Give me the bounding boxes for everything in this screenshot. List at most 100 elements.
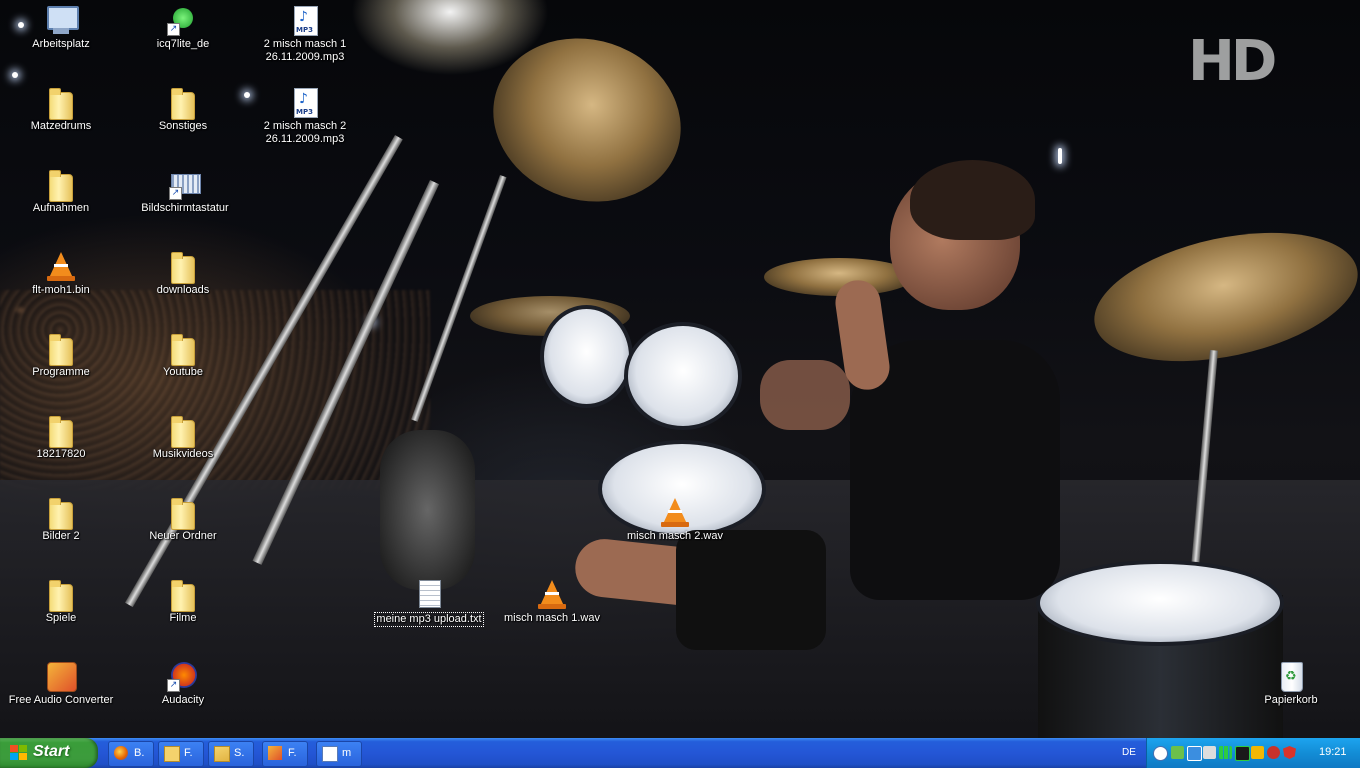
- desktop-icon-mp3-1[interactable]: ♪ MP3 2 misch masch 1 26.11.2009.mp3: [250, 4, 360, 64]
- drummer: [910, 160, 1035, 240]
- taskbar-button-free-audio-converter[interactable]: F.: [262, 741, 308, 767]
- signal-bars-icon[interactable]: [1219, 746, 1232, 759]
- icon-label: Neuer Ordner: [149, 530, 217, 542]
- taskbar: Start B. F. S. F. m DE 19:21: [0, 738, 1360, 768]
- hd-channel-logo: HD: [1188, 29, 1277, 94]
- desktop-icon-meine-mp3-upload[interactable]: meine mp3 upload.txt: [374, 578, 484, 627]
- desktop-icon-misch-masch-2-wav[interactable]: misch masch 2.wav: [620, 496, 730, 543]
- desktop-icon-audacity[interactable]: ↗ Audacity: [128, 660, 238, 707]
- folder-icon: [49, 334, 73, 366]
- folder-icon: [49, 416, 73, 448]
- icon-label: icq7lite_de: [156, 38, 210, 50]
- folder-icon: [171, 498, 195, 530]
- mp3-file-icon: ♪ MP3: [294, 88, 318, 118]
- icon-label: Papierkorb: [1264, 694, 1318, 706]
- desktop-icon-misch-masch-1-wav[interactable]: misch masch 1.wav: [497, 578, 607, 625]
- drum: [380, 430, 475, 590]
- desktop-icon-matzedrums[interactable]: Matzedrums: [6, 86, 116, 133]
- mp3-file-icon: ♪ MP3: [294, 6, 318, 36]
- tray-app-icon[interactable]: [1267, 746, 1280, 759]
- shortcut-arrow-icon: ↗: [169, 187, 182, 200]
- icon-label: Aufnahmen: [32, 202, 90, 214]
- folder-icon: [171, 88, 195, 120]
- network-icon[interactable]: [1187, 746, 1202, 761]
- drum: [540, 305, 633, 408]
- desktop-icon-sonstiges[interactable]: Sonstiges: [128, 86, 238, 133]
- desktop-icon-arbeitsplatz[interactable]: Arbeitsplatz: [6, 4, 116, 51]
- taskbar-button-folder-open[interactable]: S.: [208, 741, 254, 767]
- desktop-icon-youtube[interactable]: Youtube: [128, 332, 238, 379]
- folder-open-icon: [214, 746, 230, 762]
- icon-label: 2 misch masch 1 26.11.2009.mp3: [263, 38, 347, 63]
- icon-label: 2 misch masch 2 26.11.2009.mp3: [263, 120, 347, 145]
- drum: [1036, 560, 1284, 646]
- drummer: [676, 530, 826, 650]
- icon-label: flt-moh1.bin: [32, 284, 90, 296]
- text-file-icon: [419, 580, 441, 608]
- folder-icon: [49, 88, 73, 120]
- desktop-icon-filme[interactable]: Filme: [128, 578, 238, 625]
- recycle-bin-icon: ♻: [1281, 662, 1303, 692]
- cymbal: [471, 14, 703, 226]
- stage-light: [12, 72, 18, 78]
- folder-icon: [164, 746, 180, 762]
- folder-icon: [49, 580, 73, 612]
- taskbar-button-folder[interactable]: F.: [158, 741, 204, 767]
- monitor-icon[interactable]: [1235, 746, 1250, 761]
- folder-icon: [171, 580, 195, 612]
- start-label: Start: [33, 743, 70, 760]
- expand-tray-icon[interactable]: [1153, 746, 1168, 761]
- folder-icon: [171, 416, 195, 448]
- taskbar-button-label: B.: [134, 747, 145, 759]
- icon-label: 18217820: [36, 448, 86, 460]
- icon-label: Free Audio Converter: [8, 694, 114, 706]
- tray-app-icon[interactable]: [1171, 746, 1184, 759]
- icon-label: downloads: [156, 284, 210, 296]
- icon-label: Filme: [169, 612, 197, 624]
- desktop-icon-spiele[interactable]: Spiele: [6, 578, 116, 625]
- desktop-icon-programme[interactable]: Programme: [6, 332, 116, 379]
- desktop-icon-flt-moh1[interactable]: flt-moh1.bin: [6, 250, 116, 297]
- icon-label: Sonstiges: [158, 120, 208, 132]
- security-shield-icon[interactable]: [1283, 746, 1296, 759]
- shortcut-arrow-icon: ↗: [167, 23, 180, 36]
- taskbar-button-label: S.: [234, 747, 245, 759]
- icon-label: Musikvideos: [152, 448, 214, 460]
- desktop-icon-bilder-2[interactable]: Bilder 2: [6, 496, 116, 543]
- icon-label: Bilder 2: [42, 530, 80, 542]
- system-tray: 19:21: [1146, 738, 1360, 768]
- tray-app-icon[interactable]: [1251, 746, 1264, 759]
- free-audio-converter-icon: [268, 746, 282, 760]
- volume-icon[interactable]: [1203, 746, 1216, 759]
- icon-label: Arbeitsplatz: [32, 38, 90, 50]
- stage-light: [1058, 148, 1062, 164]
- desktop-icon-papierkorb[interactable]: ♻ Papierkorb: [1236, 660, 1346, 707]
- cymbal: [1082, 211, 1360, 383]
- taskbar-button-firefox[interactable]: B.: [108, 741, 154, 767]
- desktop-icon-aufnahmen[interactable]: Aufnahmen: [6, 168, 116, 215]
- folder-icon: [49, 170, 73, 202]
- desktop-icon-free-audio-converter[interactable]: Free Audio Converter: [6, 660, 116, 707]
- desktop-icon-downloads[interactable]: downloads: [128, 250, 238, 297]
- icon-label: meine mp3 upload.txt: [374, 612, 484, 627]
- taskbar-button-notepad[interactable]: m: [316, 741, 362, 767]
- computer-icon: [47, 6, 79, 30]
- folder-icon: [49, 498, 73, 530]
- folder-icon: [171, 252, 195, 284]
- windows-flag-icon: [10, 745, 28, 761]
- icon-label: Spiele: [45, 612, 77, 624]
- desktop-icon-icq7lite[interactable]: ↗ icq7lite_de: [128, 4, 238, 51]
- start-button[interactable]: Start: [0, 738, 98, 768]
- shortcut-arrow-icon: ↗: [167, 679, 180, 692]
- desktop-icon-18217820[interactable]: 18217820: [6, 414, 116, 461]
- desktop-icon-neuer-ordner[interactable]: Neuer Ordner: [128, 496, 238, 543]
- clock[interactable]: 19:21: [1319, 746, 1347, 758]
- desktop-icon-musikvideos[interactable]: Musikvideos: [128, 414, 238, 461]
- desktop-icon-mp3-2[interactable]: ♪ MP3 2 misch masch 2 26.11.2009.mp3: [250, 86, 360, 146]
- free-audio-converter-icon: [47, 662, 77, 692]
- drum: [624, 322, 742, 430]
- language-indicator[interactable]: DE: [1122, 747, 1136, 758]
- desktop-icon-bildschirmtastatur[interactable]: ↗ Bildschirmtastatur: [130, 168, 240, 215]
- icon-label: Matzedrums: [30, 120, 92, 132]
- notepad-icon: [322, 746, 338, 762]
